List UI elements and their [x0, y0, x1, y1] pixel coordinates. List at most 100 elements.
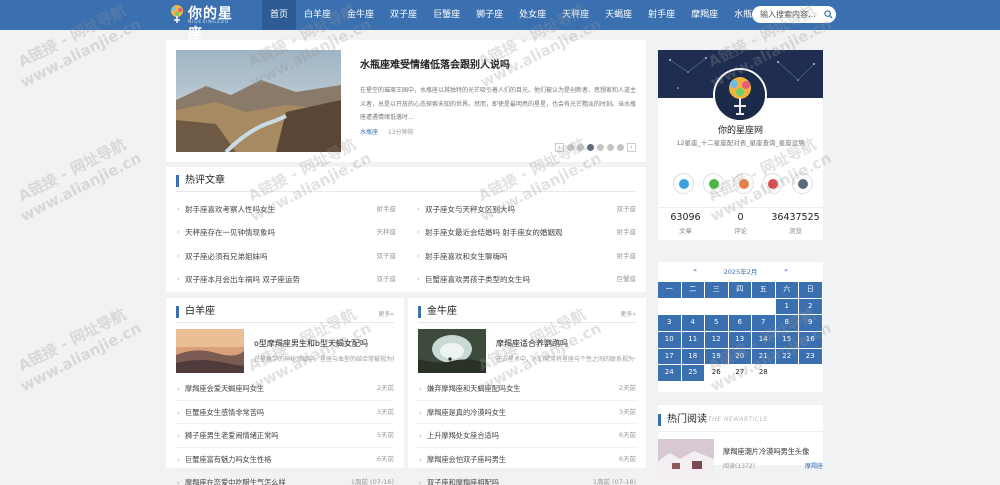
reading-title[interactable]: 摩羯座潮片冷漠吗男生头像	[723, 447, 809, 457]
list-item[interactable]: › 上升摩羯处女座合适吗 6天前	[418, 424, 636, 448]
article-title[interactable]: 双子座和摩羯座相配吗	[427, 471, 499, 485]
article-title[interactable]: 双子座必须有兄弟姐妹吗	[185, 245, 268, 268]
article-title[interactable]: 巨蟹座富有魅力吗女生性格	[185, 448, 271, 472]
lead-title[interactable]: 摩羯座适合养鹦鹉吗	[496, 338, 568, 349]
calendar-day-link[interactable]: 23	[799, 348, 822, 365]
hot-article-item[interactable]: › 双子座女与天秤女区别大吗 双子座	[416, 198, 636, 221]
search-input[interactable]	[760, 8, 824, 21]
article-category[interactable]: 射手座	[617, 221, 637, 244]
nav-item[interactable]: 狮子座	[468, 0, 511, 30]
reading-category[interactable]: 摩羯座	[805, 461, 823, 470]
calendar-day-link[interactable]: 16	[799, 332, 822, 348]
calendar-day-link[interactable]: 14	[752, 332, 775, 348]
list-item[interactable]: › 狮子座男生老爱闹情绪正常吗 5天前	[176, 424, 394, 448]
list-item[interactable]: › 摩羯座会怕双子座吗男生 6天前	[418, 448, 636, 472]
calendar-day-link[interactable]: 20	[728, 348, 751, 365]
list-item[interactable]: › 摩羯座在恋爱中吃醋生气怎么样 1周前 (07-16)	[176, 471, 394, 485]
article-title[interactable]: 天秤座存在一见钟情现象吗	[185, 221, 275, 244]
featured-title[interactable]: 水瓶座难受情绪低落会跟别人说吗	[360, 56, 510, 71]
calendar-day-link[interactable]: 22	[775, 348, 798, 365]
nav-item[interactable]: 天秤座	[554, 0, 597, 30]
featured-image[interactable]	[176, 50, 341, 152]
nav-item-home[interactable]: 首页	[262, 0, 297, 30]
calendar-day-link[interactable]: 24	[658, 365, 681, 381]
article-title[interactable]: 双子座本月会出车祸吗 双子座运势	[185, 268, 300, 291]
article-category[interactable]: 射手座	[617, 245, 637, 268]
article-title[interactable]: 射手座女最近会结婚吗 射手座女的婚姻观	[425, 221, 562, 244]
slider-dot[interactable]	[617, 144, 624, 151]
search-icon[interactable]	[824, 10, 833, 19]
calendar-day-link[interactable]: 21	[752, 348, 775, 365]
slider-dot[interactable]	[567, 144, 574, 151]
calendar-day-link[interactable]: 12	[705, 332, 728, 348]
calendar-day-link[interactable]: 8	[775, 315, 798, 331]
lead-title[interactable]: o型摩羯座男生和b型天蝎女配吗	[254, 338, 368, 349]
featured-category[interactable]: 水瓶座	[360, 129, 378, 136]
slider-dot[interactable]	[577, 144, 584, 151]
article-title[interactable]: 摩羯座是真的冷漠吗女生	[427, 401, 506, 425]
calendar-next-icon[interactable]: »	[784, 266, 788, 274]
list-item[interactable]: › 双子座和摩羯座相配吗 1周前 (07-18)	[418, 471, 636, 485]
calendar-day-link[interactable]: 17	[658, 348, 681, 365]
article-category[interactable]: 双子座	[617, 198, 637, 221]
avatar[interactable]	[713, 68, 767, 122]
site-logo[interactable]: 你的星座 NIDEXINGZUO	[168, 3, 244, 42]
nav-item[interactable]: 白羊座	[296, 0, 339, 30]
calendar-day-link[interactable]: 13	[728, 332, 751, 348]
user-icon[interactable]	[792, 173, 813, 194]
list-item[interactable]: › 摩羯座是真的冷漠吗女生 3天前	[418, 401, 636, 425]
section-title[interactable]: 白羊座	[176, 306, 215, 318]
list-item[interactable]: › 巨蟹座女生感情非常苦吗 3天前	[176, 401, 394, 425]
calendar-day-link[interactable]: 11	[681, 332, 704, 348]
list-item[interactable]: › 摩羯座会爱天蝎座吗女生 2天前	[176, 377, 394, 401]
slider-dot[interactable]	[597, 144, 604, 151]
nav-item[interactable]: 巨蟹座	[425, 0, 468, 30]
calendar-day-link[interactable]: 1	[775, 298, 798, 315]
calendar-day-link[interactable]: 10	[658, 332, 681, 348]
lead-thumbnail[interactable]	[176, 329, 244, 373]
article-category[interactable]: 天秤座	[377, 221, 397, 244]
calendar-day-link[interactable]: 15	[775, 332, 798, 348]
article-title[interactable]: 射手座喜欢考察人性吗女生	[185, 198, 275, 221]
calendar-day-link[interactable]: 7	[752, 315, 775, 331]
list-item[interactable]: › 巨蟹座富有魅力吗女生性格 6天前	[176, 448, 394, 472]
calendar-day-link[interactable]: 2	[799, 298, 822, 315]
article-title[interactable]: 射手座喜欢和女生聊嗨吗	[425, 245, 508, 268]
hot-article-item[interactable]: › 射手座喜欢考察人性吗女生 射手座	[176, 198, 396, 221]
section-title[interactable]: 金牛座	[418, 306, 457, 318]
calendar-day-link[interactable]: 25	[681, 365, 704, 381]
hot-article-item[interactable]: › 射手座女最近会结婚吗 射手座女的婚姻观 射手座	[416, 221, 636, 244]
nav-item[interactable]: 摩羯座	[683, 0, 726, 30]
nav-item[interactable]: 双子座	[382, 0, 425, 30]
article-title[interactable]: 双子座女与天秤女区别大吗	[425, 198, 515, 221]
email-icon[interactable]	[732, 173, 754, 194]
calendar-day-link[interactable]: 4	[681, 315, 704, 331]
hot-article-item[interactable]: › 双子座本月会出车祸吗 双子座运势 双子座	[176, 268, 396, 291]
calendar-day-link[interactable]: 9	[799, 315, 822, 331]
article-title[interactable]: 摩羯座会怕双子座吗男生	[427, 448, 506, 472]
calendar-day-link[interactable]: 6	[728, 315, 751, 331]
slider-dot[interactable]	[607, 144, 614, 151]
article-category[interactable]: 双子座	[377, 245, 397, 268]
article-category[interactable]: 双子座	[377, 268, 397, 291]
calendar-day-link[interactable]: 5	[705, 315, 728, 331]
article-category[interactable]: 巨蟹座	[617, 268, 637, 291]
article-title[interactable]: 上升摩羯处女座合适吗	[427, 424, 499, 448]
article-title[interactable]: 摩羯座在恋爱中吃醋生气怎么样	[185, 471, 286, 485]
list-item[interactable]: › 嫌弃摩羯座和天蝎座配吗女生 2天前	[418, 377, 636, 401]
wechat-icon[interactable]	[702, 173, 724, 194]
reading-thumbnail[interactable]	[658, 439, 714, 479]
hot-article-item[interactable]: › 天秤座存在一见钟情现象吗 天秤座	[176, 221, 396, 244]
article-title[interactable]: 巨蟹座女生感情非常苦吗	[185, 401, 264, 425]
weibo-icon[interactable]	[762, 173, 784, 194]
more-link[interactable]: 更多»	[620, 309, 636, 318]
slider-next-icon[interactable]: ›	[627, 143, 636, 152]
nav-item[interactable]: 处女座	[511, 0, 554, 30]
hot-article-item[interactable]: › 巨蟹座喜欢男孩子类型的女生吗 巨蟹座	[416, 268, 636, 291]
calendar-prev-icon[interactable]: «	[693, 266, 697, 274]
article-title[interactable]: 嫌弃摩羯座和天蝎座配吗女生	[427, 377, 520, 401]
nav-item[interactable]: 射手座	[640, 0, 683, 30]
lead-thumbnail[interactable]	[418, 329, 486, 373]
slider-dot-active[interactable]	[587, 144, 594, 151]
calendar-day-link[interactable]: 18	[681, 348, 704, 365]
